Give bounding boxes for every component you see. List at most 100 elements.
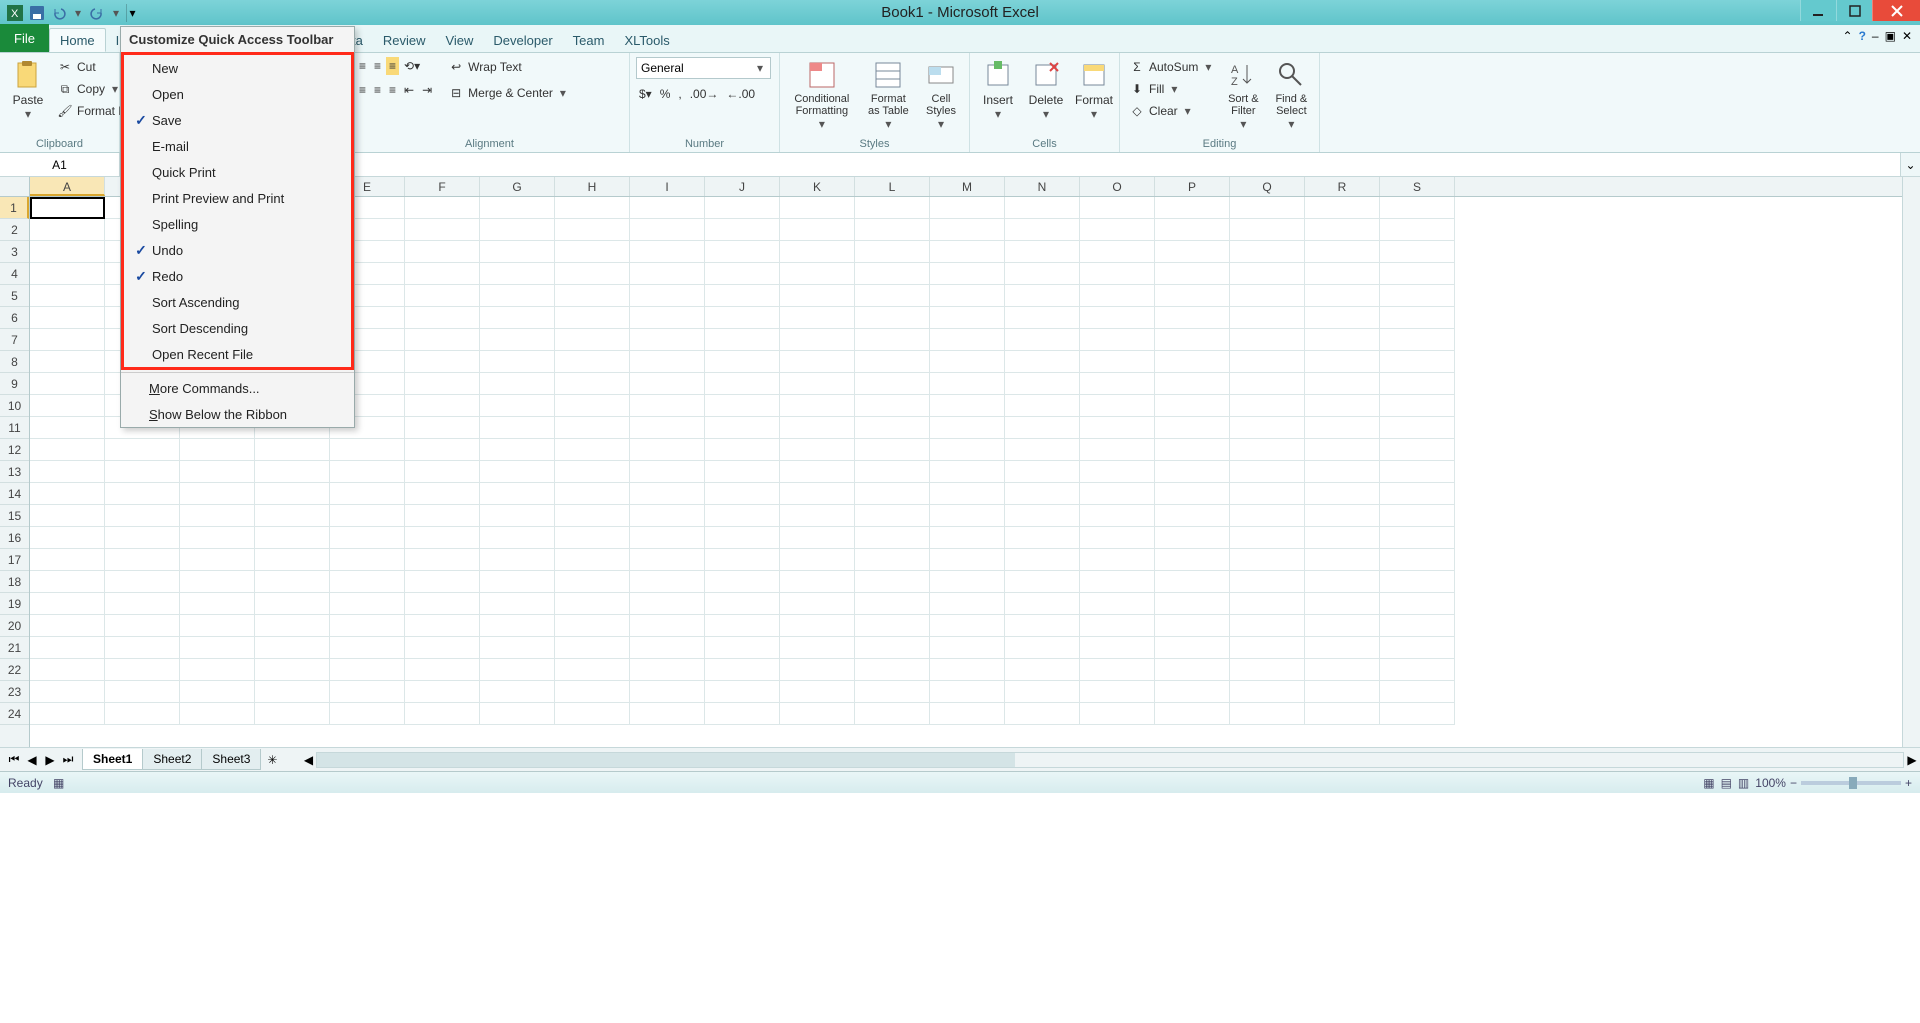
cell[interactable] [30,527,105,549]
cell[interactable] [1380,461,1455,483]
help-icon[interactable]: ? [1859,29,1866,43]
align-bottom-button[interactable]: ≡ [386,57,399,75]
cell[interactable] [1155,395,1230,417]
undo-dropdown-icon[interactable]: ▾ [72,4,84,22]
cell[interactable] [1230,307,1305,329]
cell[interactable] [1155,615,1230,637]
cell[interactable] [330,615,405,637]
cell[interactable] [1080,263,1155,285]
cell[interactable] [180,659,255,681]
cell[interactable] [630,615,705,637]
cell[interactable] [480,219,555,241]
cell[interactable] [1155,219,1230,241]
cell[interactable] [30,703,105,725]
cell[interactable] [1155,417,1230,439]
cell[interactable] [30,505,105,527]
cell[interactable] [480,263,555,285]
cell[interactable] [330,659,405,681]
cell[interactable] [705,285,780,307]
cell[interactable] [105,461,180,483]
cell[interactable] [555,439,630,461]
row-header[interactable]: 7 [0,329,29,351]
cell[interactable] [1080,373,1155,395]
cell[interactable] [480,615,555,637]
cell[interactable] [1155,241,1230,263]
cell[interactable] [105,549,180,571]
cell[interactable] [1080,307,1155,329]
cell[interactable] [780,505,855,527]
fill-button[interactable]: ⬇Fill▾ [1126,79,1217,99]
cell[interactable] [255,483,330,505]
cell[interactable] [30,593,105,615]
cell[interactable] [705,439,780,461]
number-format-combo[interactable]: General▾ [636,57,771,79]
cell[interactable] [405,417,480,439]
tab-review[interactable]: Review [373,28,436,52]
cell[interactable] [555,615,630,637]
horizontal-scrollbar[interactable]: ◀ ▶ [300,752,1920,768]
row-header[interactable]: 24 [0,703,29,725]
cell[interactable] [555,395,630,417]
cell[interactable] [930,615,1005,637]
autosum-button[interactable]: ΣAutoSum▾ [1126,57,1217,77]
cell[interactable] [180,571,255,593]
paste-button[interactable]: Paste ▾ [6,57,50,123]
cell[interactable] [930,307,1005,329]
cell[interactable] [855,571,930,593]
cell[interactable] [105,483,180,505]
cell[interactable] [330,439,405,461]
cell[interactable] [855,263,930,285]
cell[interactable] [930,571,1005,593]
clear-button[interactable]: ◇Clear▾ [1126,101,1217,121]
cell[interactable] [555,351,630,373]
qat-menu-item-open[interactable]: Open [124,81,351,107]
cell[interactable] [1380,197,1455,219]
cell[interactable] [1380,527,1455,549]
cell[interactable] [1305,681,1380,703]
cell[interactable] [630,527,705,549]
cell[interactable] [630,659,705,681]
cell[interactable] [1080,703,1155,725]
align-top-button[interactable]: ≡ [356,57,369,75]
cell[interactable] [705,219,780,241]
cell[interactable] [105,615,180,637]
cell[interactable] [405,219,480,241]
tab-xltools[interactable]: XLTools [614,28,679,52]
cell[interactable] [180,615,255,637]
row-header[interactable]: 19 [0,593,29,615]
cell[interactable] [1230,285,1305,307]
cell[interactable] [630,351,705,373]
cell[interactable] [855,351,930,373]
align-middle-button[interactable]: ≡ [371,57,384,75]
cell[interactable] [1155,307,1230,329]
cell[interactable] [255,527,330,549]
cell[interactable] [405,659,480,681]
cell[interactable] [1305,615,1380,637]
cell[interactable] [30,285,105,307]
cell[interactable] [405,483,480,505]
cell[interactable] [705,483,780,505]
row-header[interactable]: 22 [0,659,29,681]
cell[interactable] [1005,307,1080,329]
cell[interactable] [555,549,630,571]
cell[interactable] [480,593,555,615]
cell[interactable] [780,439,855,461]
cell[interactable] [1005,483,1080,505]
cell[interactable] [480,637,555,659]
cell[interactable] [480,417,555,439]
cell[interactable] [1155,681,1230,703]
cell[interactable] [1230,703,1305,725]
cell[interactable] [1155,571,1230,593]
cell[interactable] [480,329,555,351]
cell[interactable] [855,241,930,263]
cell[interactable] [555,593,630,615]
cell[interactable] [780,637,855,659]
file-tab[interactable]: File [0,24,49,52]
cell[interactable] [780,263,855,285]
cell[interactable] [1080,505,1155,527]
row-header[interactable]: 21 [0,637,29,659]
cell[interactable] [930,549,1005,571]
new-sheet-button[interactable]: ✳ [264,752,280,768]
workbook-restore-icon[interactable]: ▣ [1885,29,1896,43]
cell[interactable] [1005,461,1080,483]
